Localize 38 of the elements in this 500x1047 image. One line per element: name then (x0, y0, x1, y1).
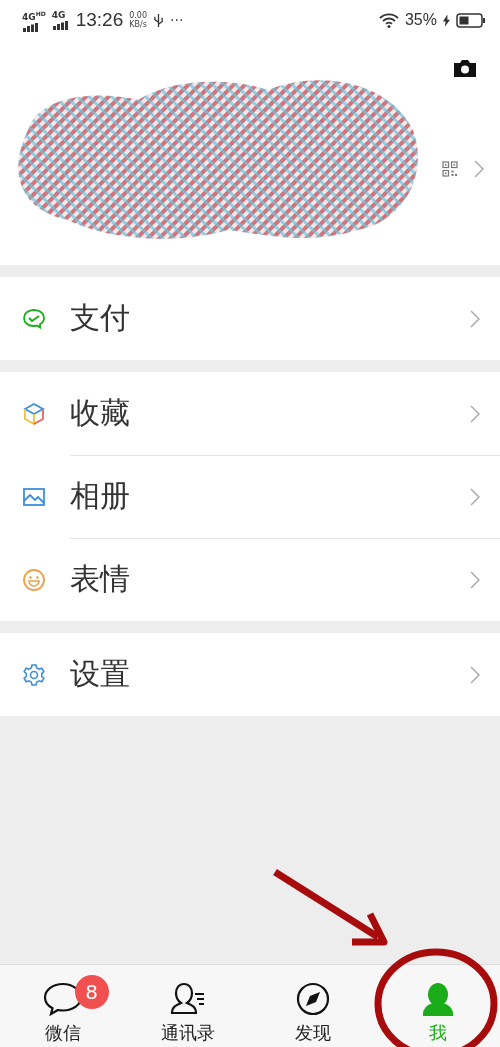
wallet-check-icon (22, 306, 46, 331)
status-time: 13:26 (75, 9, 124, 31)
network-label: 4G (51, 10, 66, 20)
signal-icon (51, 20, 70, 30)
speed-unit: KB/s (129, 20, 148, 29)
menu-label: 设置 (70, 655, 130, 693)
wifi-icon (378, 12, 399, 28)
menu-label: 表情 (70, 560, 130, 598)
menu-label: 收藏 (70, 394, 130, 432)
menu-row[interactable]: 收藏 (0, 372, 500, 455)
chevron-right-icon (470, 570, 480, 589)
menu-row[interactable]: 支付 (0, 277, 500, 360)
chevron-right-icon (470, 404, 480, 423)
battery-icon (456, 12, 486, 28)
menu-row[interactable]: 表情 (0, 538, 500, 621)
tab-item[interactable]: 8 微信 (0, 965, 125, 1047)
battery-percent: 35% (404, 11, 437, 29)
chevron-right-icon (470, 665, 480, 684)
speed-value: 0.00 (129, 11, 148, 20)
tab-item[interactable]: 通讯录 (125, 965, 250, 1047)
chevron-right-icon (470, 309, 480, 328)
menu-label: 支付 (70, 299, 130, 337)
signal-icon (22, 22, 40, 32)
smiley-icon (22, 567, 46, 592)
unread-badge: 8 (74, 975, 109, 1009)
chevron-right-icon (470, 487, 480, 506)
tab-item[interactable]: 发现 (250, 965, 375, 1047)
more-dots: ··· (170, 12, 184, 28)
usb-icon (153, 12, 165, 28)
menu-row[interactable]: 设置 (0, 633, 500, 716)
settings-icon (22, 662, 46, 687)
menu-label: 相册 (70, 477, 130, 515)
menu-row[interactable]: 相册 (0, 455, 500, 538)
network-label: 4G$^{HD}$ (22, 8, 46, 22)
camera-icon[interactable] (452, 58, 478, 78)
qr-code-icon[interactable] (442, 161, 458, 177)
cube-icon (22, 401, 46, 426)
chevron-right-icon (474, 160, 484, 178)
